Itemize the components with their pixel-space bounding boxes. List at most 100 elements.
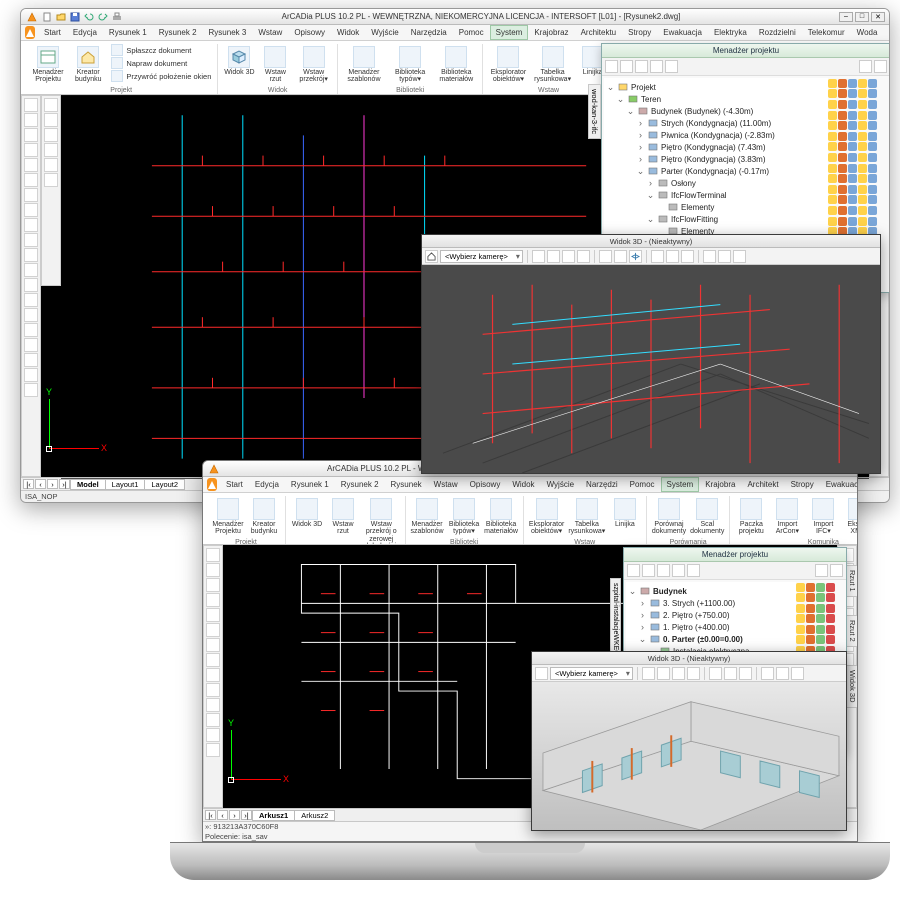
tab-rys1[interactable]: Rysunek 1 — [103, 25, 153, 40]
status-dot[interactable] — [828, 153, 837, 162]
view3d-window-2[interactable]: Widok 3D - (Nieaktywny) <Wybierz kamerę> — [531, 651, 847, 831]
r2-eks-xml[interactable]: Eksport XML▾ — [842, 496, 857, 538]
status-dot[interactable] — [806, 614, 815, 623]
tree-node[interactable]: ⌄Projekt — [606, 81, 826, 93]
tree-twisty-icon[interactable]: ⌄ — [636, 166, 645, 177]
window-max-button[interactable]: □ — [855, 12, 869, 22]
tree-twisty-icon[interactable]: ⌄ — [628, 586, 637, 597]
tree-twisty-icon[interactable]: ⌄ — [646, 214, 655, 225]
t2-trim[interactable] — [206, 743, 220, 757]
panel-btn-search-icon[interactable] — [859, 60, 872, 73]
tab-opisowy[interactable]: Opisowy — [288, 25, 331, 40]
r2-paczka[interactable]: Paczka projektu — [734, 496, 768, 538]
tree-twisty-icon[interactable]: ⌄ — [638, 634, 647, 645]
v3d2-plane-icon[interactable] — [739, 667, 752, 680]
panel-btn-3[interactable] — [635, 60, 648, 73]
status-dot[interactable] — [858, 185, 867, 194]
tab2-ewak[interactable]: Ewakuac — [820, 477, 857, 492]
status-dot[interactable] — [806, 604, 815, 613]
tree-node[interactable]: ⌄Budynek (Budynek) (-4.30m) — [606, 105, 826, 117]
tab-ewakuacja[interactable]: Ewakuacja — [657, 25, 708, 40]
status-dot[interactable] — [796, 635, 805, 644]
status-dot[interactable] — [828, 185, 837, 194]
v3d-home-icon[interactable] — [425, 250, 438, 263]
tool-move-icon[interactable] — [24, 248, 38, 262]
tool-point-icon[interactable] — [44, 173, 58, 187]
sh2-first[interactable]: |‹ — [205, 810, 216, 820]
status-dot[interactable] — [838, 121, 847, 130]
status-dot[interactable] — [848, 100, 857, 109]
t2-select[interactable] — [206, 548, 220, 562]
tab-start[interactable]: Start — [38, 25, 67, 40]
status-dot[interactable] — [828, 142, 837, 151]
status-dot[interactable] — [858, 195, 867, 204]
status-dot[interactable] — [848, 206, 857, 215]
rbtn-eksplorator[interactable]: Eksplorator obiektów▾ — [487, 44, 529, 86]
tree-node[interactable]: ›1. Piętro (+400.00) — [628, 621, 794, 633]
status-dot[interactable] — [828, 217, 837, 226]
v3d-pan-icon[interactable] — [547, 250, 560, 263]
tab2-architekt[interactable]: Architekt — [741, 477, 784, 492]
tree-node[interactable]: ›3. Strych (+1100.00) — [628, 597, 794, 609]
tool-circle-icon[interactable] — [24, 158, 38, 172]
tab-elektryka[interactable]: Elektryka — [708, 25, 753, 40]
status-dot[interactable] — [816, 593, 825, 602]
tab2-widok[interactable]: Widok — [506, 477, 540, 492]
tool-rect-icon[interactable] — [24, 143, 38, 157]
t2-arc[interactable] — [206, 623, 220, 637]
t2-line[interactable] — [206, 563, 220, 577]
tab-krajobraz[interactable]: Krajobraz — [528, 25, 574, 40]
r2-men-szabl[interactable]: Menadżer szablonów — [410, 496, 445, 538]
status-dot[interactable] — [858, 217, 867, 226]
camera-dropdown[interactable]: <Wybierz kamerę> — [440, 250, 523, 263]
status-dot[interactable] — [838, 195, 847, 204]
v3d2-orbit-icon[interactable] — [642, 667, 655, 680]
status-dot[interactable] — [828, 121, 837, 130]
r2-porownaj[interactable]: Porównaj dokumenty — [651, 496, 687, 538]
v3d-walk-icon[interactable] — [718, 250, 731, 263]
tree-node[interactable]: ›Piętro (Kondygnacja) (7.43m) — [606, 141, 826, 153]
r2-wstaw-rzut[interactable]: Wstaw rzut — [326, 496, 360, 538]
v3d-shade-icon[interactable] — [666, 250, 679, 263]
rbtn-tabelka[interactable]: Tabelka rysunkowa▾ — [532, 44, 574, 86]
view3d-canvas-2[interactable] — [532, 682, 846, 830]
tree-node[interactable]: ›Strych (Kondygnacja) (11.00m) — [606, 117, 826, 129]
status-dot[interactable] — [848, 111, 857, 120]
rbtn-kreator-budynku[interactable]: Kreator budynku — [69, 44, 107, 86]
status-dot[interactable] — [828, 89, 837, 98]
qa-undo-icon[interactable] — [83, 11, 95, 23]
status-dot[interactable] — [838, 206, 847, 215]
sheet-tab-layout1[interactable]: Layout1 — [105, 479, 146, 490]
status-dot[interactable] — [828, 164, 837, 173]
sheet-nav-prev[interactable]: ‹ — [35, 479, 46, 489]
r2-imp-ifc[interactable]: Import IFC▾ — [806, 496, 840, 538]
v3d2-iso-icon[interactable] — [724, 667, 737, 680]
tool-mirror-icon[interactable] — [24, 293, 38, 307]
tab-narzedzia[interactable]: Narzędzia — [405, 25, 453, 40]
p2-filter-icon[interactable] — [830, 564, 843, 577]
panel-btn-2[interactable] — [620, 60, 633, 73]
status-dot[interactable] — [858, 111, 867, 120]
status-dot[interactable] — [806, 625, 815, 634]
tab2-system[interactable]: System — [661, 477, 700, 492]
tool-trim-icon[interactable] — [24, 308, 38, 322]
r2-scal[interactable]: Scal dokumenty — [689, 496, 725, 538]
tab-stropy[interactable]: Stropy — [622, 25, 657, 40]
v3d-orbit-icon[interactable] — [532, 250, 545, 263]
panel-btn-5[interactable] — [665, 60, 678, 73]
status-dot[interactable] — [858, 79, 867, 88]
tool-dim-icon[interactable] — [24, 233, 38, 247]
tree-twisty-icon[interactable]: › — [638, 598, 647, 608]
status-dot[interactable] — [868, 153, 877, 162]
tree-node[interactable]: ⌄Teren — [606, 93, 826, 105]
tool-offset-icon[interactable] — [24, 338, 38, 352]
t2-circ[interactable] — [206, 608, 220, 622]
status-dot[interactable] — [838, 164, 847, 173]
rbtn-bib-materialow[interactable]: Biblioteka materiałów — [434, 44, 478, 86]
status-dot[interactable] — [838, 142, 847, 151]
tree-twisty-icon[interactable]: › — [638, 622, 647, 632]
tab-pomoc[interactable]: Pomoc — [453, 25, 490, 40]
status-dot[interactable] — [816, 604, 825, 613]
status-dot[interactable] — [848, 195, 857, 204]
status-dot[interactable] — [796, 604, 805, 613]
